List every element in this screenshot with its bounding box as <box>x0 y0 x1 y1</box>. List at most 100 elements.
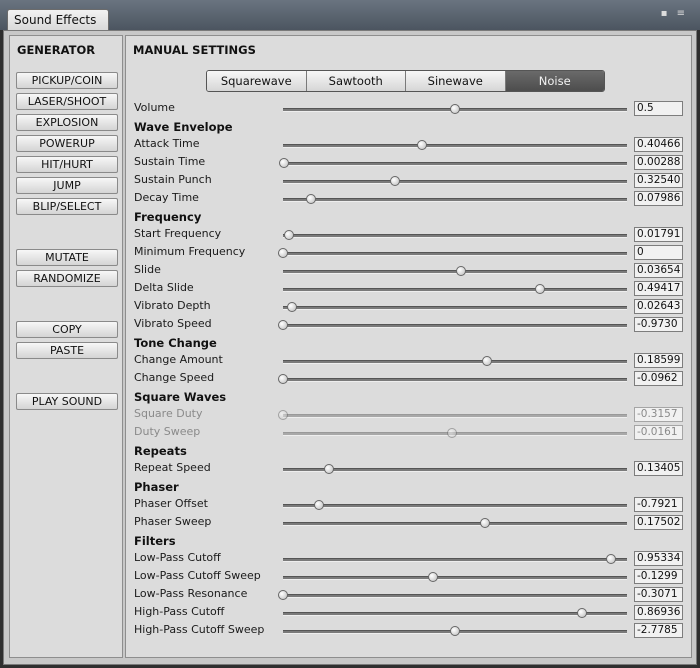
start-frequency-slider[interactable] <box>283 234 627 238</box>
decay-time-value-field[interactable]: 0.07986 <box>634 191 683 206</box>
repeat-speed-slider-thumb[interactable] <box>324 464 335 474</box>
slide-value-field[interactable]: 0.03654 <box>634 263 683 278</box>
waveform-sawtooth-option[interactable]: Sawtooth <box>306 71 406 91</box>
minimum-frequency-slider[interactable] <box>283 252 627 256</box>
high-pass-cutoff-value-field[interactable]: 0.86936 <box>634 605 683 620</box>
high-pass-cutoff-label: High-Pass Cutoff <box>134 605 225 618</box>
manual-settings-title: MANUAL SETTINGS <box>133 43 256 57</box>
phaser-offset-value-field[interactable]: -0.7921 <box>634 497 683 512</box>
phaser-sweep-slider-thumb[interactable] <box>480 518 491 528</box>
phaser-offset-slider[interactable] <box>283 504 627 508</box>
vibrato-speed-label: Vibrato Speed <box>134 317 212 330</box>
window-tab[interactable]: Sound Effects <box>7 9 110 30</box>
low-pass-cutoff-slider[interactable] <box>283 558 627 562</box>
decay-time-slider-thumb[interactable] <box>305 194 316 204</box>
powerup-button[interactable]: POWERUP <box>16 135 118 152</box>
low-pass-cutoff-value-field[interactable]: 0.95334 <box>634 551 683 566</box>
waveform-noise-option[interactable]: Noise <box>505 71 604 91</box>
start-frequency-value-field[interactable]: 0.01791 <box>634 227 683 242</box>
delta-slide-value-field[interactable]: 0.49417 <box>634 281 683 296</box>
sound-effects-window: GENERATOR PICKUP/COIN LASER/SHOOT EXPLOSIO… <box>3 30 697 665</box>
copy-button[interactable]: COPY <box>16 321 118 338</box>
vibrato-speed-row: Vibrato Speed -0.9730 <box>126 316 691 334</box>
low-pass-resonance-slider-thumb[interactable] <box>278 590 288 600</box>
waveform-toggle: Squarewave Sawtooth Sinewave Noise <box>206 70 605 92</box>
high-pass-cutoff-row: High-Pass Cutoff 0.86936 <box>126 604 691 622</box>
vibrato-depth-value-field[interactable]: 0.02643 <box>634 299 683 314</box>
laser-shoot-button[interactable]: LASER/SHOOT <box>16 93 118 110</box>
repeat-speed-label: Repeat Speed <box>134 461 211 474</box>
blip-select-button[interactable]: BLIP/SELECT <box>16 198 118 215</box>
delta-slide-slider-thumb[interactable] <box>534 284 545 294</box>
delta-slide-label: Delta Slide <box>134 281 194 294</box>
change-amount-slider[interactable] <box>283 360 627 364</box>
decay-time-slider[interactable] <box>283 198 627 202</box>
low-pass-resonance-value-field[interactable]: -0.3071 <box>634 587 683 602</box>
randomize-button[interactable]: RANDOMIZE <box>16 270 118 287</box>
change-amount-value-field[interactable]: 0.18599 <box>634 353 683 368</box>
low-pass-resonance-slider[interactable] <box>283 594 627 598</box>
pickup-coin-button[interactable]: PICKUP/COIN <box>16 72 118 89</box>
change-amount-slider-thumb[interactable] <box>481 356 492 366</box>
minimum-frequency-value-field[interactable]: 0 <box>634 245 683 260</box>
mutate-button[interactable]: MUTATE <box>16 249 118 266</box>
high-pass-cutoff-sweep-value-field[interactable]: -2.7785 <box>634 623 683 638</box>
duty-sweep-label: Duty Sweep <box>134 425 201 438</box>
sustain-time-slider-thumb[interactable] <box>279 158 290 168</box>
low-pass-cutoff-sweep-slider-thumb[interactable] <box>427 572 438 582</box>
delta-slide-slider[interactable] <box>283 288 627 292</box>
explosion-button[interactable]: EXPLOSION <box>16 114 118 131</box>
high-pass-cutoff-slider[interactable] <box>283 612 627 616</box>
phaser-sweep-value-field[interactable]: 0.17502 <box>634 515 683 530</box>
slide-slider[interactable] <box>283 270 627 274</box>
duty-sweep-row: Duty Sweep -0.0161 <box>126 424 691 442</box>
phaser-offset-row: Phaser Offset -0.7921 <box>126 496 691 514</box>
sustain-time-slider[interactable] <box>283 162 627 166</box>
vibrato-depth-slider-thumb[interactable] <box>286 302 297 312</box>
hit-hurt-button[interactable]: HIT/HURT <box>16 156 118 173</box>
phaser-sweep-slider[interactable] <box>283 522 627 526</box>
waveform-squarewave-option[interactable]: Squarewave <box>207 71 307 91</box>
volume-slider-thumb[interactable] <box>450 104 460 114</box>
low-pass-cutoff-sweep-value-field[interactable]: -0.1299 <box>634 569 683 584</box>
vibrato-depth-slider[interactable] <box>283 306 627 310</box>
tone-change-section-heading: Tone Change <box>134 336 217 350</box>
change-speed-value-field[interactable]: -0.0962 <box>634 371 683 386</box>
repeat-speed-slider[interactable] <box>283 468 627 472</box>
start-frequency-slider-thumb[interactable] <box>284 230 295 240</box>
minimum-frequency-row: Minimum Frequency 0 <box>126 244 691 262</box>
sustain-punch-slider-thumb[interactable] <box>389 176 400 186</box>
repeats-section-heading: Repeats <box>134 444 187 458</box>
attack-time-slider[interactable] <box>283 144 627 148</box>
square-duty-label: Square Duty <box>134 407 203 420</box>
vibrato-speed-slider[interactable] <box>283 324 627 328</box>
minimum-frequency-slider-thumb[interactable] <box>278 248 288 258</box>
change-speed-label: Change Speed <box>134 371 215 384</box>
attack-time-value-field[interactable]: 0.40466 <box>634 137 683 152</box>
change-speed-slider[interactable] <box>283 378 627 382</box>
frequency-section-heading: Frequency <box>134 210 202 224</box>
low-pass-cutoff-sweep-slider[interactable] <box>283 576 627 580</box>
vibrato-speed-slider-thumb[interactable] <box>278 320 288 330</box>
minimum-frequency-label: Minimum Frequency <box>134 245 246 258</box>
low-pass-cutoff-slider-thumb[interactable] <box>605 554 616 564</box>
slide-slider-thumb[interactable] <box>456 266 467 276</box>
phaser-offset-slider-thumb[interactable] <box>313 500 324 510</box>
attack-time-slider-thumb[interactable] <box>417 140 428 150</box>
paste-button[interactable]: PASTE <box>16 342 118 359</box>
decay-time-label: Decay Time <box>134 191 199 204</box>
sustain-punch-value-field[interactable]: 0.32540 <box>634 173 683 188</box>
vibrato-speed-value-field[interactable]: -0.9730 <box>634 317 683 332</box>
waveform-sinewave-option[interactable]: Sinewave <box>406 71 506 91</box>
change-speed-slider-thumb[interactable] <box>278 374 288 384</box>
window-menu-icon[interactable]: ▪ ≡ <box>661 8 688 19</box>
high-pass-cutoff-sweep-slider-thumb[interactable] <box>450 626 460 636</box>
jump-button[interactable]: JUMP <box>16 177 118 194</box>
phaser-offset-label: Phaser Offset <box>134 497 208 510</box>
high-pass-cutoff-slider-thumb[interactable] <box>576 608 587 618</box>
volume-value-field[interactable]: 0.5 <box>634 101 683 116</box>
sustain-punch-slider[interactable] <box>283 180 627 184</box>
repeat-speed-value-field[interactable]: 0.13405 <box>634 461 683 476</box>
sustain-time-value-field[interactable]: 0.00288 <box>634 155 683 170</box>
play-sound-button[interactable]: PLAY SOUND <box>16 393 118 410</box>
